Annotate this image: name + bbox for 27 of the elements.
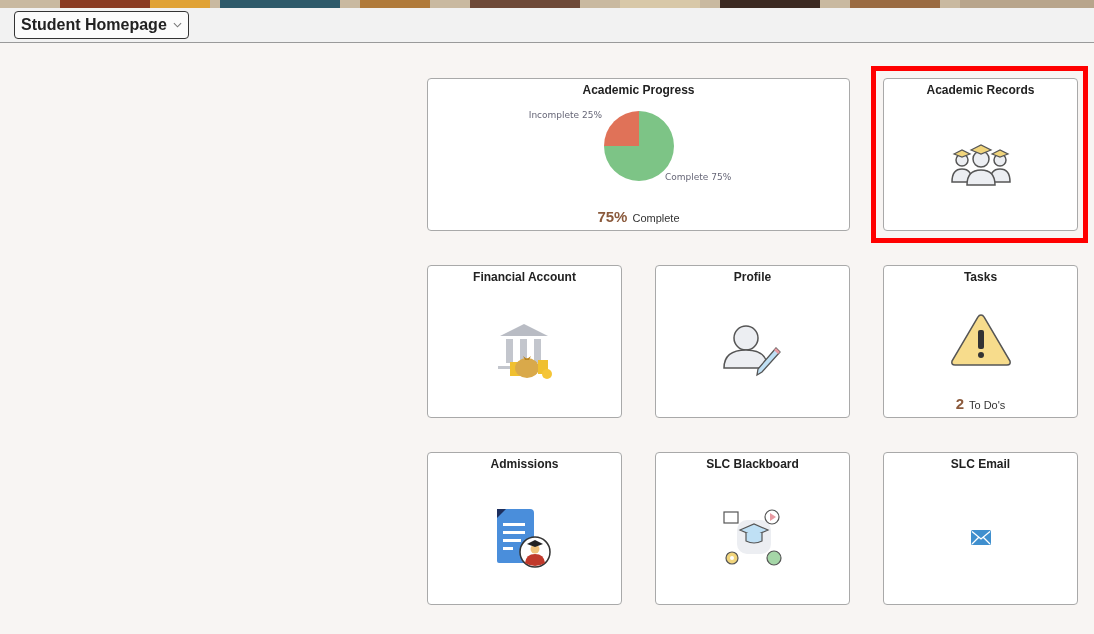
tile[interactable]: Academic Progress Incomplete 25% Complete 75% 75% Complete <box>427 78 850 231</box>
progress-label: Complete <box>632 212 680 224</box>
tile-title: SLC Blackboard <box>706 457 799 471</box>
count-label: To Do's <box>969 399 1006 411</box>
page-selector[interactable]: Student Homepage <box>14 11 189 39</box>
data-label: Complete 75% <box>664 172 731 182</box>
tile[interactable]: SLC Email <box>883 452 1078 605</box>
data-label: Incomplete 25% <box>528 110 602 120</box>
tile-title: SLC Email <box>950 457 1011 471</box>
tile[interactable]: Academic Records <box>883 78 1078 231</box>
progress-value: 75% <box>597 208 628 225</box>
tile-title: Academic Progress <box>582 83 695 97</box>
tile-title: Admissions <box>490 457 559 471</box>
mail-icon <box>970 530 991 545</box>
chevron-down-icon <box>172 22 182 28</box>
tile-title: Profile <box>733 270 772 284</box>
tile[interactable]: Financial Account <box>427 265 622 418</box>
tile-title: Academic Records <box>926 83 1035 97</box>
tile-title: Tasks <box>963 270 998 284</box>
e-learning-icon <box>721 507 784 568</box>
warning-icon <box>949 312 1012 367</box>
count-value: 2 <box>955 395 964 412</box>
tile[interactable]: Admissions <box>427 452 622 605</box>
tile[interactable]: SLC Blackboard <box>655 452 850 605</box>
tile[interactable]: Tasks 2 To Do's <box>883 265 1078 418</box>
tile[interactable]: Profile <box>655 265 850 418</box>
tile-title: Financial Account <box>473 270 576 284</box>
